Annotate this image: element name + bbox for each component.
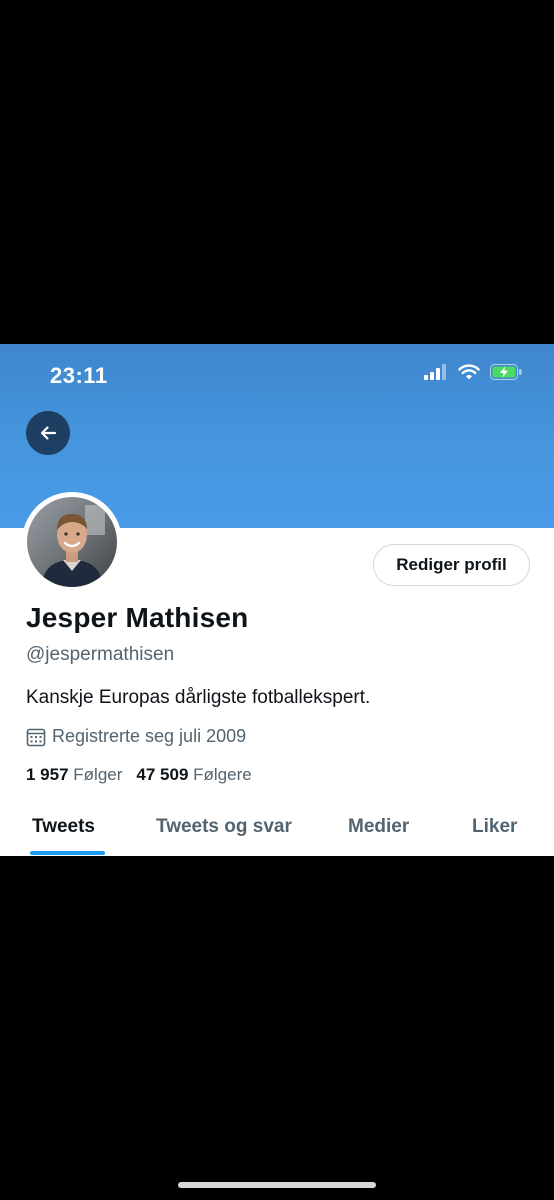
joined-date: Registrerte seg juli 2009 xyxy=(26,726,246,747)
profile-display-name: Jesper Mathisen xyxy=(26,602,249,633)
followers-count: 47 509 xyxy=(136,765,189,784)
home-indicator xyxy=(178,1182,376,1188)
followers-label: Følgere xyxy=(193,765,252,784)
arrow-left-icon xyxy=(40,426,57,440)
edit-profile-button[interactable]: Rediger profil xyxy=(373,544,530,586)
back-button[interactable] xyxy=(26,411,70,455)
tab-tweets[interactable]: Tweets xyxy=(32,816,95,838)
status-icons xyxy=(424,364,522,380)
tab-media[interactable]: Medier xyxy=(348,816,409,838)
following-count: 1 957 xyxy=(26,765,69,784)
cellular-signal-icon xyxy=(424,364,446,380)
tab-likes[interactable]: Liker xyxy=(472,816,517,838)
avatar-ring xyxy=(22,492,122,592)
following-label: Følger xyxy=(73,765,123,784)
avatar-photo xyxy=(27,497,117,587)
tab-tweets-and-replies[interactable]: Tweets og svar xyxy=(156,816,292,838)
battery-charging-icon xyxy=(490,364,522,380)
wifi-icon xyxy=(458,364,480,380)
followers-stat[interactable]: 47 509 Følgere xyxy=(136,765,251,785)
profile-bio: Kanskje Europas dårligste fotballekspert… xyxy=(26,687,371,708)
avatar[interactable] xyxy=(27,497,117,587)
active-tab-indicator xyxy=(30,851,105,855)
following-stat[interactable]: 1 957 Følger xyxy=(26,765,122,785)
calendar-icon xyxy=(26,728,46,746)
profile-stats: 1 957 Følger 47 509 Følgere xyxy=(26,765,252,785)
status-bar: 23:11 xyxy=(0,344,554,404)
profile-tabs: Tweets Tweets og svar Medier Liker xyxy=(0,806,554,856)
status-time: 23:11 xyxy=(50,363,108,388)
joined-text: Registrerte seg juli 2009 xyxy=(52,726,247,746)
profile-screen: 23:11 Rediger profil Jesper Mathisen @je… xyxy=(0,344,554,856)
profile-handle: @jespermathisen xyxy=(26,644,175,665)
